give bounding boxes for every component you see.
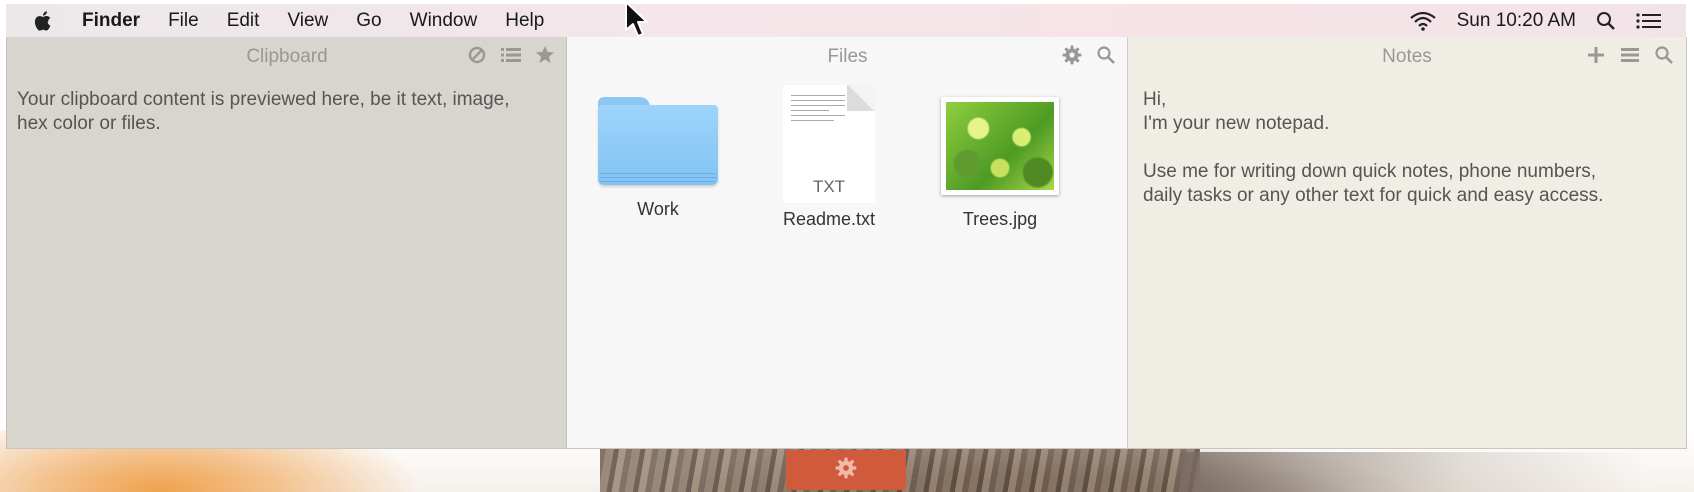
menu-go[interactable]: Go [342, 10, 395, 32]
wallpaper-rock-right [1180, 452, 1650, 492]
star-icon[interactable] [535, 45, 555, 65]
file-name: Readme.txt [782, 209, 876, 229]
list-icon[interactable] [501, 45, 521, 65]
files-title: Files [827, 46, 868, 67]
clock[interactable]: Sun 10:20 AM [1447, 10, 1586, 32]
menu-view[interactable]: View [273, 10, 342, 32]
menu-icon[interactable] [1620, 45, 1640, 65]
files-toolbar [1062, 45, 1116, 65]
notes-toolbar [1586, 45, 1674, 65]
menu-file[interactable]: File [154, 10, 213, 32]
menu-help[interactable]: Help [491, 10, 558, 32]
notes-editor[interactable]: Hi, I'm your new notepad. Use me for wri… [1143, 88, 1673, 208]
clear-icon[interactable] [467, 45, 487, 65]
image-thumbnail [941, 97, 1059, 195]
clipboard-panel: Clipboard Your clipboard content is prev… [6, 37, 567, 449]
file-item-trees[interactable]: Trees.jpg [925, 85, 1075, 230]
settings-tab[interactable] [786, 450, 906, 490]
add-icon[interactable] [1586, 45, 1606, 65]
file-type-badge: TXT [812, 177, 846, 196]
folder-icon [596, 85, 720, 193]
file-item-readme[interactable]: TXT Readme.txt [754, 85, 904, 230]
notification-center-icon[interactable] [1626, 12, 1672, 30]
menu-window[interactable]: Window [396, 10, 492, 32]
notes-panel: Notes Hi, I'm your new notepad. Use me f… [1127, 37, 1687, 449]
file-name: Work [637, 199, 679, 219]
search-icon[interactable] [1096, 45, 1116, 65]
spotlight-search-icon[interactable] [1586, 11, 1626, 31]
menu-bar: Finder File Edit View Go Window Help Sun… [6, 4, 1686, 38]
clipboard-preview-text: Your clipboard content is previewed here… [17, 89, 510, 134]
file-name: Trees.jpg [962, 209, 1038, 229]
menu-finder[interactable]: Finder [68, 10, 154, 32]
wifi-icon[interactable] [1399, 11, 1447, 31]
text-document-icon: TXT [783, 85, 875, 203]
menu-edit[interactable]: Edit [213, 10, 274, 32]
gear-icon[interactable] [1062, 45, 1082, 65]
apple-logo-icon[interactable] [34, 10, 54, 32]
gear-icon [835, 457, 857, 484]
file-item-work[interactable]: Work [583, 85, 733, 220]
clipboard-toolbar [467, 45, 555, 65]
search-icon[interactable] [1654, 45, 1674, 65]
files-panel: Files Work TXT Readme.txt Trees.jpg [566, 37, 1128, 449]
mouse-cursor-icon [624, 0, 650, 40]
screen: Finder File Edit View Go Window Help Sun… [0, 0, 1694, 492]
